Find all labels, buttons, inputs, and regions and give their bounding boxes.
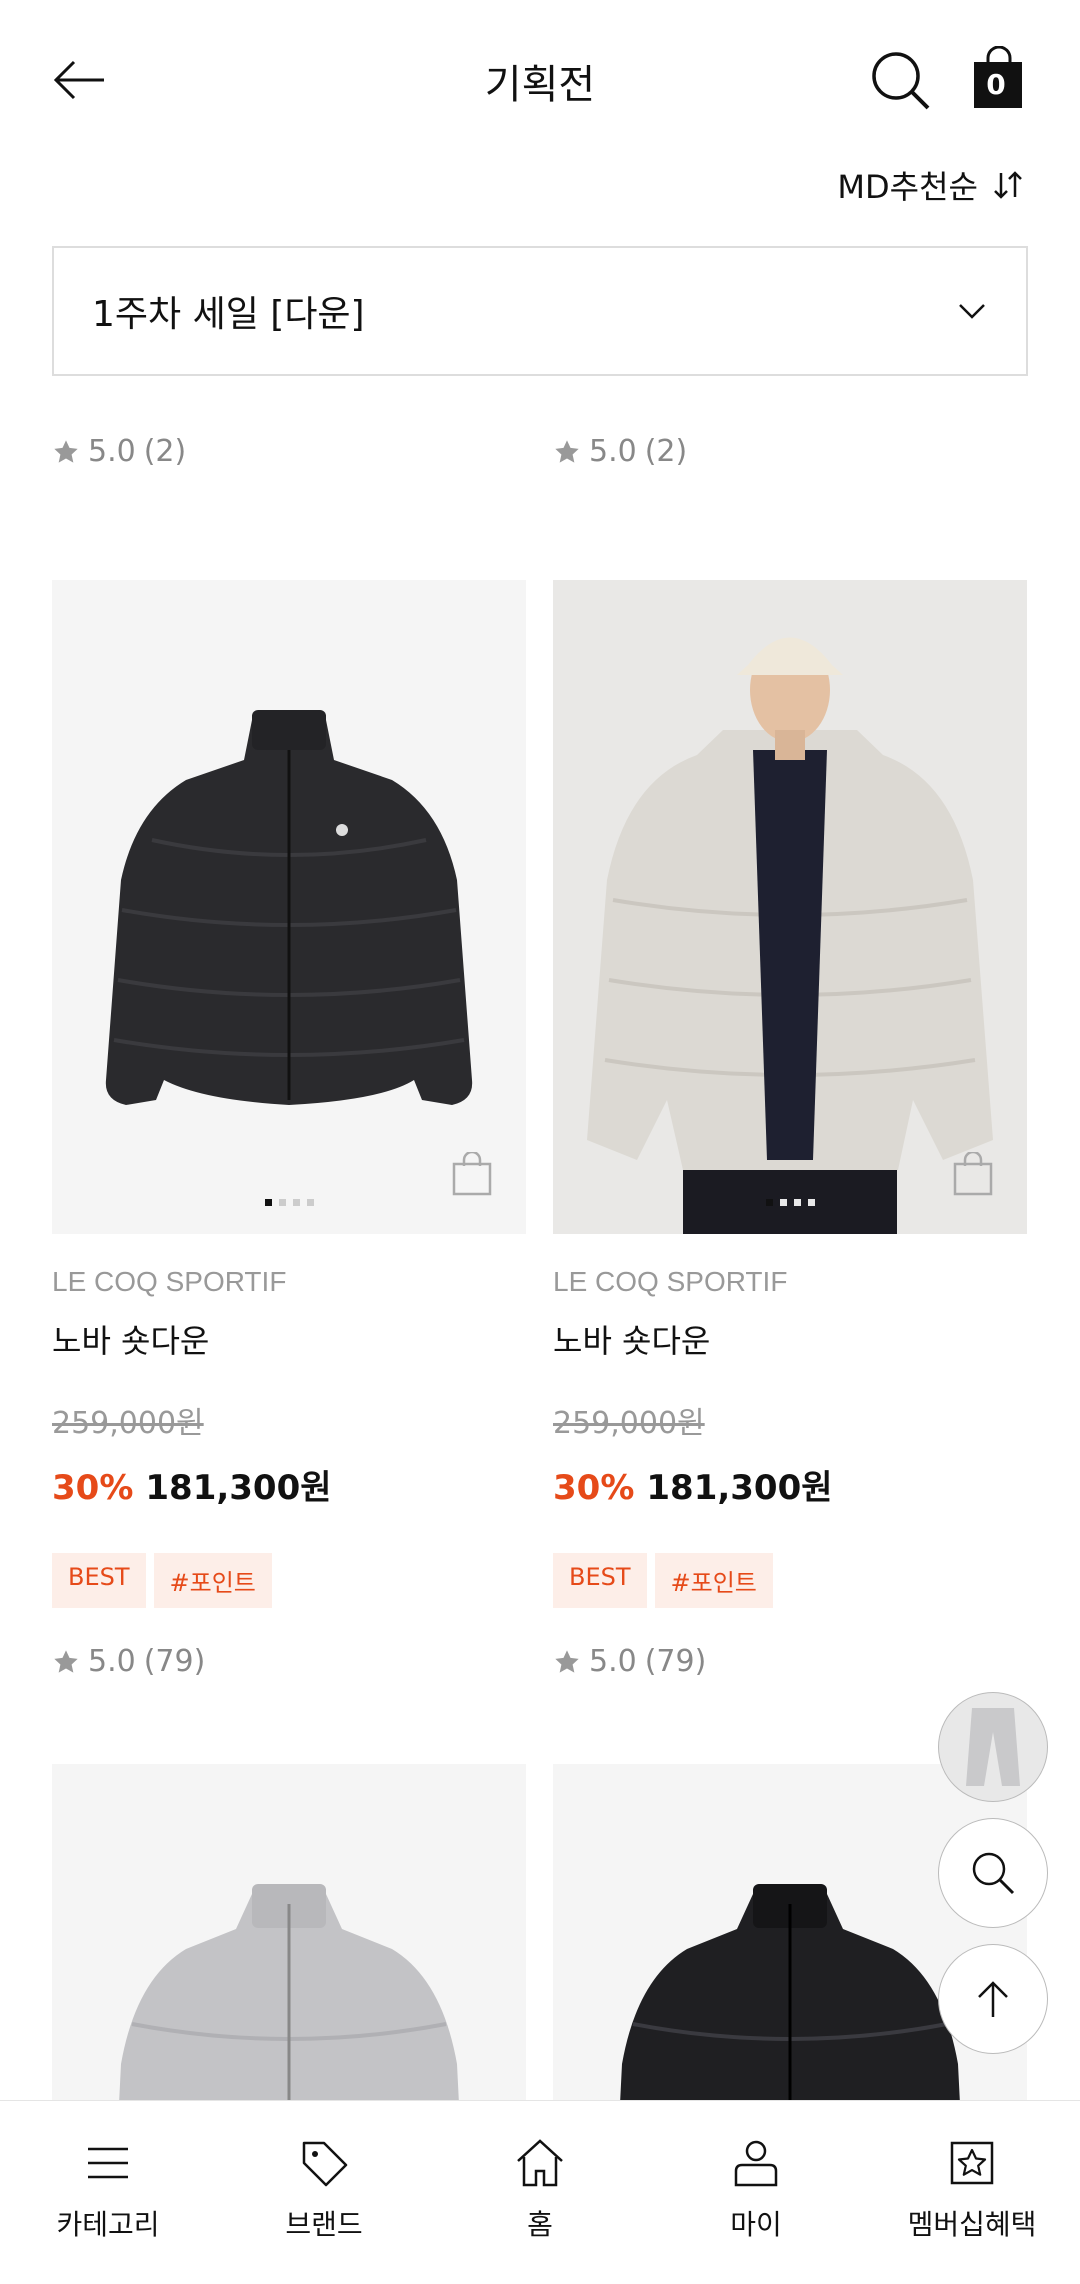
pagination-dot (292, 1199, 300, 1206)
original-price: 259,000원 (52, 1406, 204, 1441)
sale-price: 181,300원 (145, 1468, 332, 1508)
pagination-dot (793, 1199, 801, 1206)
rating: 5.0 (79) (52, 1644, 526, 1679)
pagination-dot (779, 1199, 787, 1206)
home-icon (517, 2139, 563, 2187)
add-to-cart-icon[interactable] (953, 1152, 993, 1196)
nav-item-home[interactable]: 홈 (432, 2101, 648, 2284)
product-card[interactable]: LE COQ SPORTIF 노바 숏다운 259,000원 30% 181,3… (553, 580, 1027, 1679)
rating: 5.0 (2) (52, 434, 186, 469)
nav-item-my[interactable]: 마이 (648, 2101, 864, 2284)
select-value: 1주차 세일 [다운] (92, 294, 365, 335)
pagination-dot (807, 1199, 815, 1206)
sale-price: 181,300원 (646, 1468, 833, 1508)
sale-price-row: 30% 181,300원 (52, 1460, 526, 1509)
product-card[interactable]: LE COQ SPORTIF 노바 숏다운 259,000원 30% 181,3… (52, 580, 526, 1679)
review-count: (79) (143, 1644, 206, 1679)
product-tags: BEST #포인트 (52, 1553, 526, 1608)
product-name[interactable]: 노바 숏다운 (52, 1316, 526, 1362)
star-box-icon (950, 2141, 994, 2185)
rating: 5.0 (2) (553, 434, 687, 469)
black-puffer-jacket-image (105, 710, 473, 1105)
nav-label: 마이 (730, 2208, 782, 2241)
pagination-dot (306, 1199, 314, 1206)
scroll-to-top-button[interactable] (938, 1944, 1048, 2054)
sort-arrows-icon (994, 171, 1022, 199)
rating-value: 5.0 (88, 1644, 136, 1679)
star-icon (555, 439, 579, 463)
person-icon (734, 2140, 778, 2187)
pagination-dot (264, 1199, 272, 1206)
tag-icon (302, 2141, 348, 2187)
discount-rate: 30% (52, 1468, 134, 1508)
menu-icon (88, 2147, 128, 2179)
tag-badge: #포인트 (153, 1553, 272, 1608)
rating: 5.0 (79) (553, 1644, 1027, 1679)
nav-label: 브랜드 (285, 2208, 363, 2241)
sort-button[interactable]: MD추천순 (837, 162, 1024, 208)
product-name[interactable]: 노바 숏다운 (553, 1316, 1027, 1362)
discount-rate: 30% (553, 1468, 635, 1508)
app-header: 기획전 0 (0, 0, 1080, 160)
pagination-dot (765, 1199, 773, 1206)
chevron-down-icon (959, 304, 985, 319)
tag-badge: #포인트 (654, 1553, 773, 1608)
star-icon (54, 439, 78, 463)
nav-item-brand[interactable]: 브랜드 (216, 2101, 432, 2284)
product-image[interactable] (553, 580, 1027, 1234)
nav-label: 카테고리 (56, 2208, 160, 2241)
product-image[interactable] (52, 580, 526, 1234)
star-icon (555, 1649, 579, 1673)
cart-count-badge: 0 (986, 68, 1006, 101)
bottom-navigation: 카테고리 브랜드 홈 마이 멤버십혜택 (0, 2100, 1080, 2284)
rating-value: 5.0 (88, 434, 136, 469)
floating-search-button[interactable] (938, 1818, 1048, 1928)
product-tags: BEST #포인트 (553, 1553, 1027, 1608)
product-brand: LE COQ SPORTIF (52, 1266, 287, 1297)
cart-button[interactable]: 0 (972, 46, 1026, 110)
gray-jogger-pants-image (966, 1708, 1020, 1786)
tag-badge: BEST (553, 1553, 647, 1608)
recent-item-thumbnail[interactable] (938, 1692, 1048, 1802)
review-count: (2) (644, 434, 688, 469)
review-count: (2) (143, 434, 187, 469)
event-week-select[interactable]: 1주차 세일 [다운] (52, 246, 1028, 376)
nav-item-category[interactable]: 카테고리 (0, 2101, 216, 2284)
nav-label: 홈 (527, 2208, 553, 2241)
nav-item-membership[interactable]: 멤버십혜택 (864, 2101, 1080, 2284)
tag-badge: BEST (52, 1553, 146, 1608)
rating-value: 5.0 (589, 434, 637, 469)
model-ivory-puffer-jacket-image (587, 637, 993, 1234)
sort-label: MD추천순 (837, 168, 978, 206)
add-to-cart-icon[interactable] (452, 1152, 492, 1196)
search-button[interactable] (868, 48, 934, 114)
search-icon (972, 1852, 1015, 1895)
sale-price-row: 30% 181,300원 (553, 1460, 1027, 1509)
product-brand: LE COQ SPORTIF (553, 1266, 788, 1297)
star-icon (54, 1649, 78, 1673)
arrow-up-icon (978, 1981, 1008, 2017)
image-pagination (52, 1199, 526, 1206)
image-pagination (553, 1199, 1027, 1206)
pagination-dot (278, 1199, 286, 1206)
rating-value: 5.0 (589, 1644, 637, 1679)
nav-label: 멤버십혜택 (907, 2208, 1037, 2241)
search-icon (872, 52, 930, 110)
original-price: 259,000원 (553, 1406, 705, 1441)
review-count: (79) (644, 1644, 707, 1679)
